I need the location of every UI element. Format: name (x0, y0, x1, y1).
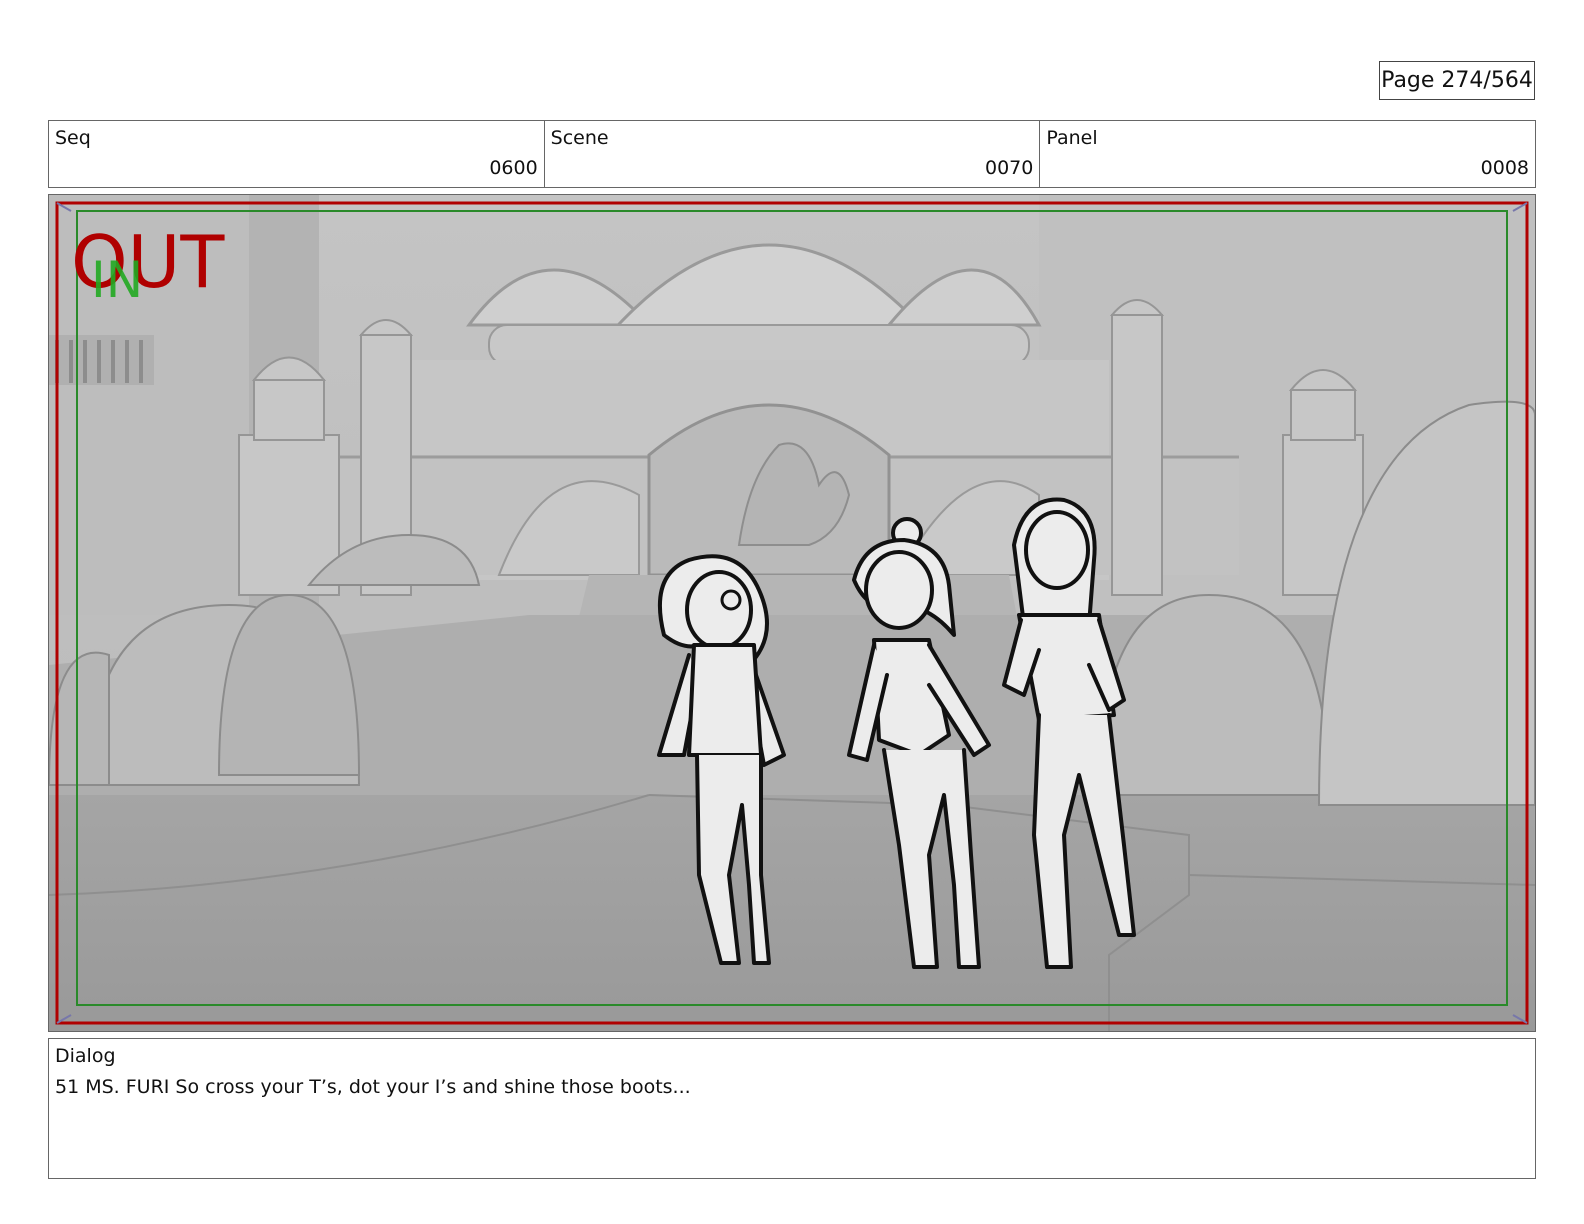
palace-background (49, 195, 1535, 1031)
dialog-box: Dialog 51 MS. FURI So cross your T’s, do… (48, 1038, 1536, 1179)
in-marker: IN (91, 251, 143, 309)
panel-label: Panel (1046, 127, 1098, 149)
panel-cell: Panel 0008 (1040, 121, 1535, 187)
page-number: Page 274/564 (1379, 61, 1535, 100)
scene-value: 0070 (984, 157, 1034, 179)
scene-label: Scene (550, 127, 609, 149)
panel-info-header: Seq 0600 Scene 0070 Panel 0008 (48, 120, 1536, 188)
dialog-label: Dialog (55, 1045, 116, 1067)
scene-cell: Scene 0070 (545, 121, 1041, 187)
seq-value: 0600 (489, 157, 538, 179)
seq-label: Seq (55, 127, 91, 149)
panel-value: 0008 (1480, 157, 1530, 179)
seq-cell: Seq 0600 (49, 121, 545, 187)
dialog-text: 51 MS. FURI So cross your T’s, dot your … (55, 1076, 691, 1098)
storyboard-frame: OUT IN (48, 194, 1536, 1032)
